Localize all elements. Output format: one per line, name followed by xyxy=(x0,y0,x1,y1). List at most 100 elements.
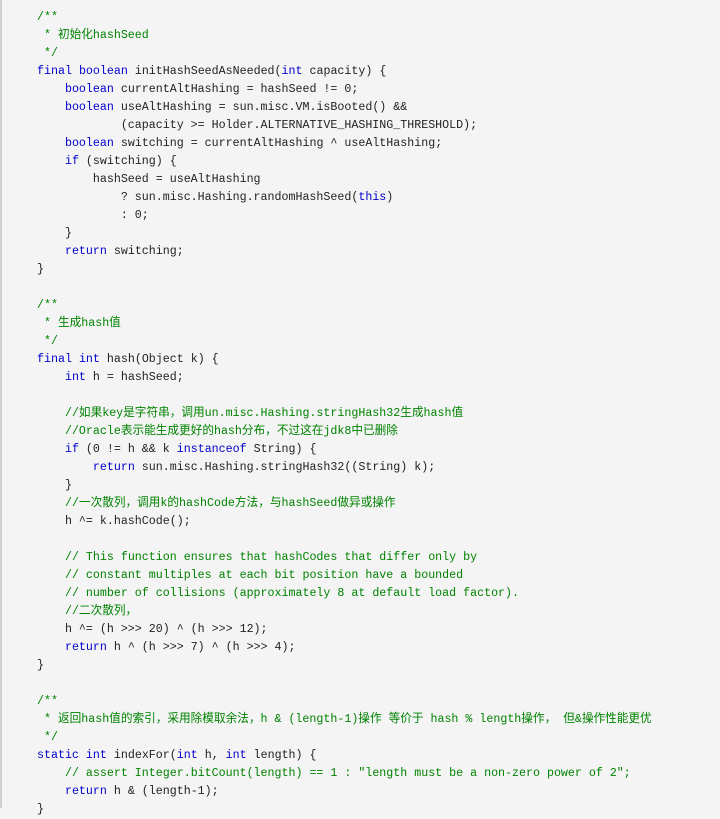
keyword-token: boolean xyxy=(64,137,114,150)
code-line: h ^= k.hashCode(); xyxy=(37,513,652,531)
code-line: //Oracle表示能生成更好的hash分布，不过这在jdk8中已删除 xyxy=(37,423,652,441)
comment-token: //一次散列，调用k的hashCode方法，与hashSeed做异或操作 xyxy=(64,497,396,510)
code-line: : 0; xyxy=(37,207,652,225)
keyword-token: if xyxy=(64,443,79,456)
code-line: static int indexFor(int h, int length) { xyxy=(37,747,652,765)
comment-token: * 返回hash值的索引，采用除模取余法，h & (length-1)操作 等价… xyxy=(37,713,652,726)
keyword-token: final xyxy=(37,65,72,78)
code-token: (switching) { xyxy=(78,155,177,168)
keyword-token: static xyxy=(37,749,79,762)
code-line: // number of collisions (approximately 8… xyxy=(37,585,652,603)
comment-token: */ xyxy=(37,335,58,348)
code-token: capacity) { xyxy=(302,65,387,78)
comment-token: /** xyxy=(37,695,58,708)
code-token: } xyxy=(37,227,72,240)
code-line: /** xyxy=(37,297,652,315)
keyword-token: boolean xyxy=(78,65,128,78)
code-token: length) { xyxy=(246,749,317,762)
code-line: * 返回hash值的索引，采用除模取余法，h & (length-1)操作 等价… xyxy=(37,711,652,729)
keyword-token: instanceof xyxy=(176,443,247,456)
code-line: * 初始化hashSeed xyxy=(37,27,652,45)
keyword-token: int xyxy=(78,353,100,366)
code-line: if (switching) { xyxy=(37,153,652,171)
keyword-token: return xyxy=(64,785,107,798)
comment-token: * 生成hash值 xyxy=(37,317,121,330)
code-token: useAltHashing = sun.misc.VM.isBooted() &… xyxy=(113,101,408,114)
code-token: String) { xyxy=(246,443,317,456)
keyword-token: final xyxy=(37,353,72,366)
keyword-token: return xyxy=(64,641,107,654)
code-line: } xyxy=(37,657,652,675)
code-token: h ^= (h >>> 20) ^ (h >>> 12); xyxy=(37,623,268,636)
keyword-token: int xyxy=(64,371,86,384)
code-line: boolean currentAltHashing = hashSeed != … xyxy=(37,81,652,99)
code-line: * 生成hash值 xyxy=(37,315,652,333)
code-line: //一次散列，调用k的hashCode方法，与hashSeed做异或操作 xyxy=(37,495,652,513)
code-line: return h & (length-1); xyxy=(37,783,652,801)
code-token: indexFor( xyxy=(106,749,177,762)
code-line: return h ^ (h >>> 7) ^ (h >>> 4); xyxy=(37,639,652,657)
code-line: } xyxy=(37,225,652,243)
keyword-token: boolean xyxy=(64,101,114,114)
comment-token: //如果key是字符串，调用un.misc.Hashing.stringHash… xyxy=(64,407,464,420)
code-line: h ^= (h >>> 20) ^ (h >>> 12); xyxy=(37,621,652,639)
code-token: : 0; xyxy=(37,209,149,222)
keyword-token: this xyxy=(358,191,387,204)
code-token: } xyxy=(37,659,44,672)
code-line: boolean useAltHashing = sun.misc.VM.isBo… xyxy=(37,99,652,117)
code-token: sun.misc.Hashing.stringHash32((String) k… xyxy=(134,461,436,474)
keyword-token: if xyxy=(64,155,79,168)
comment-token: // constant multiples at each bit positi… xyxy=(64,569,464,582)
comment-token: */ xyxy=(37,47,58,60)
code-line: } xyxy=(37,261,652,279)
code-block: /** * 初始化hashSeed */ final boolean initHa… xyxy=(0,0,720,816)
code-token: hashSeed = useAltHashing xyxy=(37,173,261,186)
code-token: initHashSeedAsNeeded( xyxy=(127,65,282,78)
keyword-token: int xyxy=(176,749,198,762)
code-token: h & (length-1); xyxy=(106,785,219,798)
code-line: //如果key是字符串，调用un.misc.Hashing.stringHash… xyxy=(37,405,652,423)
code-token: (capacity >= Holder.ALTERNATIVE_HASHING_… xyxy=(37,119,478,132)
code-line: //二次散列， xyxy=(37,603,652,621)
code-token: h ^ (h >>> 7) ^ (h >>> 4); xyxy=(106,641,296,654)
keyword-token: boolean xyxy=(64,83,114,96)
code-token: ? sun.misc.Hashing.randomHashSeed( xyxy=(37,191,359,204)
code-line: final int hash(Object k) { xyxy=(37,351,652,369)
code-token: switching; xyxy=(106,245,184,258)
code-token: switching = currentAltHashing ^ useAltHa… xyxy=(113,137,443,150)
code-line: boolean switching = currentAltHashing ^ … xyxy=(37,135,652,153)
keyword-token: int xyxy=(85,749,107,762)
code-line: /** xyxy=(37,9,652,27)
code-token: ) xyxy=(386,191,394,204)
code-token: } xyxy=(37,479,72,492)
code-token: } xyxy=(37,803,44,816)
keyword-token: return xyxy=(92,461,135,474)
comment-token: //二次散列， xyxy=(64,605,138,618)
code-token: currentAltHashing = hashSeed != 0; xyxy=(113,83,359,96)
code-line: */ xyxy=(37,729,652,747)
comment-token: //Oracle表示能生成更好的hash分布，不过这在jdk8中已删除 xyxy=(64,425,398,438)
code-line: return sun.misc.Hashing.stringHash32((St… xyxy=(37,459,652,477)
code-line: return switching; xyxy=(37,243,652,261)
comment-token: // assert Integer.bitCount(length) == 1 … xyxy=(64,767,631,780)
code-token: h = hashSeed; xyxy=(85,371,184,384)
keyword-token: int xyxy=(281,65,303,78)
comment-token: */ xyxy=(37,731,58,744)
code-token: hash(Object k) { xyxy=(99,353,219,366)
